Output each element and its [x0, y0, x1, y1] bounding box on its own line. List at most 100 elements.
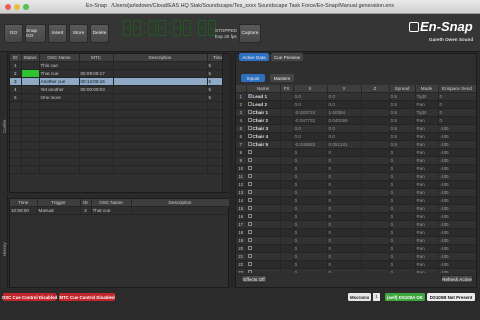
input-enspace-send[interactable]: -105: [438, 236, 476, 245]
input-spread[interactable]: 0.5: [389, 116, 416, 125]
input-x[interactable]: -0.283724: [293, 108, 328, 117]
inputs-column-header[interactable]: Enspace Send: [438, 85, 476, 93]
cue-osc-name[interactable]: Yet another: [39, 85, 80, 94]
input-fx[interactable]: [280, 116, 294, 125]
input-name[interactable]: Chair 2: [246, 116, 281, 125]
input-enspace-send[interactable]: -105: [438, 156, 476, 165]
input-x[interactable]: -0.046883: [293, 140, 328, 149]
input-spread[interactable]: 0: [389, 180, 416, 189]
input-mode[interactable]: Pan: [415, 196, 439, 205]
input-enspace-send[interactable]: -105: [438, 220, 476, 229]
input-row[interactable]: 12 0 0 0 Pan -105: [236, 180, 476, 189]
cuelist-column-header[interactable]: ID: [10, 54, 22, 62]
history-column-header[interactable]: ID: [80, 199, 92, 207]
input-name[interactable]: [246, 236, 281, 245]
input-fx[interactable]: [280, 156, 294, 165]
panel-splitter[interactable]: [230, 53, 234, 288]
inputs-column-header[interactable]: Mode: [415, 85, 439, 93]
input-y[interactable]: 0: [327, 212, 362, 221]
input-y[interactable]: 0.051341: [327, 140, 362, 149]
go-button[interactable]: GO: [4, 24, 23, 43]
input-name[interactable]: [246, 260, 281, 269]
history-column-header[interactable]: OSC Name: [91, 199, 132, 207]
input-y[interactable]: 0.0: [327, 124, 362, 133]
input-spread[interactable]: 0: [389, 252, 416, 261]
inputs-column-header[interactable]: Name: [246, 85, 281, 93]
cuelist-side-tab[interactable]: Cuelist: [0, 53, 8, 193]
insert-button[interactable]: Insert: [48, 24, 67, 43]
input-spread[interactable]: 0: [389, 172, 416, 181]
input-fx[interactable]: [280, 268, 294, 273]
input-x[interactable]: 0: [293, 204, 328, 213]
input-enspace-send[interactable]: -105: [438, 244, 476, 253]
input-y[interactable]: 0: [327, 220, 362, 229]
input-select-checkbox[interactable]: [247, 142, 252, 147]
input-z[interactable]: [361, 180, 390, 189]
cuelist-column-header[interactable]: Description: [113, 54, 208, 62]
input-fx[interactable]: [280, 180, 294, 189]
input-fx[interactable]: [280, 212, 294, 221]
tab-inputs[interactable]: Inputs: [241, 74, 265, 82]
input-y[interactable]: 1.60394: [327, 108, 362, 117]
input-x[interactable]: 0: [293, 148, 328, 157]
input-enspace-send[interactable]: -105: [438, 188, 476, 197]
input-y[interactable]: 0.0: [327, 100, 362, 109]
input-enspace-send[interactable]: -105: [438, 268, 476, 273]
delete-button[interactable]: Delete: [90, 24, 109, 43]
cue-description[interactable]: [113, 77, 208, 86]
input-x[interactable]: 0: [293, 188, 328, 197]
input-select-checkbox[interactable]: [247, 230, 252, 235]
input-x[interactable]: 0: [293, 252, 328, 261]
input-row[interactable]: 5 Chair 3 0.0 0.0 0.5 Pan -105: [236, 124, 476, 133]
cue-mtc[interactable]: [79, 61, 114, 70]
input-fx[interactable]: [280, 172, 294, 181]
input-row[interactable]: 15 0 0 0 Pan -105: [236, 204, 476, 213]
input-mode[interactable]: Pan: [415, 140, 439, 149]
input-z[interactable]: [361, 228, 390, 237]
input-spread[interactable]: 0: [389, 236, 416, 245]
input-x[interactable]: 0: [293, 172, 328, 181]
input-fx[interactable]: [280, 140, 294, 149]
input-mode[interactable]: Pan: [415, 268, 439, 273]
input-x[interactable]: 0: [293, 228, 328, 237]
input-y[interactable]: 0: [327, 252, 362, 261]
input-x[interactable]: 0: [293, 268, 328, 273]
input-mode[interactable]: Pan: [415, 148, 439, 157]
input-name[interactable]: [246, 204, 281, 213]
input-select-checkbox[interactable]: [247, 246, 252, 251]
input-name[interactable]: [246, 188, 281, 197]
input-enspace-send[interactable]: -105: [438, 132, 476, 141]
input-select-checkbox[interactable]: [247, 270, 252, 273]
input-x[interactable]: 0.0: [293, 132, 328, 141]
input-select-checkbox[interactable]: [247, 126, 252, 131]
cuelist-column-header[interactable]: OSC Name: [39, 54, 80, 62]
input-spread[interactable]: 0: [389, 212, 416, 221]
input-z[interactable]: [361, 132, 390, 141]
input-mode[interactable]: Pan: [415, 204, 439, 213]
input-spread[interactable]: 0: [389, 244, 416, 253]
input-row[interactable]: 13 0 0 0 Pan -105: [236, 188, 476, 197]
input-enspace-send[interactable]: -105: [438, 124, 476, 133]
input-row[interactable]: 16 0 0 0 Pan -105: [236, 212, 476, 221]
input-name[interactable]: Lead 2: [246, 100, 281, 109]
input-mode[interactable]: Pan: [415, 188, 439, 197]
input-row[interactable]: 9 0 0 0 Pan -105: [236, 156, 476, 165]
input-spread[interactable]: 0.5: [389, 132, 416, 141]
input-x[interactable]: 0: [293, 244, 328, 253]
input-z[interactable]: [361, 252, 390, 261]
cue-description[interactable]: [113, 61, 208, 70]
input-y[interactable]: 0: [327, 164, 362, 173]
input-mode[interactable]: Pan: [415, 236, 439, 245]
inputs-column-header[interactable]: X: [293, 85, 328, 93]
input-x[interactable]: 0: [293, 156, 328, 165]
cue-osc-name[interactable]: One more: [39, 93, 80, 102]
input-z[interactable]: [361, 260, 390, 269]
inputs-column-header[interactable]: Z: [361, 85, 390, 93]
input-z[interactable]: [361, 140, 390, 149]
inputs-column-header[interactable]: Spread: [389, 85, 416, 93]
input-z[interactable]: [361, 148, 390, 157]
input-name[interactable]: [246, 252, 281, 261]
input-z[interactable]: [361, 100, 390, 109]
input-name[interactable]: [246, 164, 281, 173]
input-enspace-send[interactable]: -105: [438, 212, 476, 221]
